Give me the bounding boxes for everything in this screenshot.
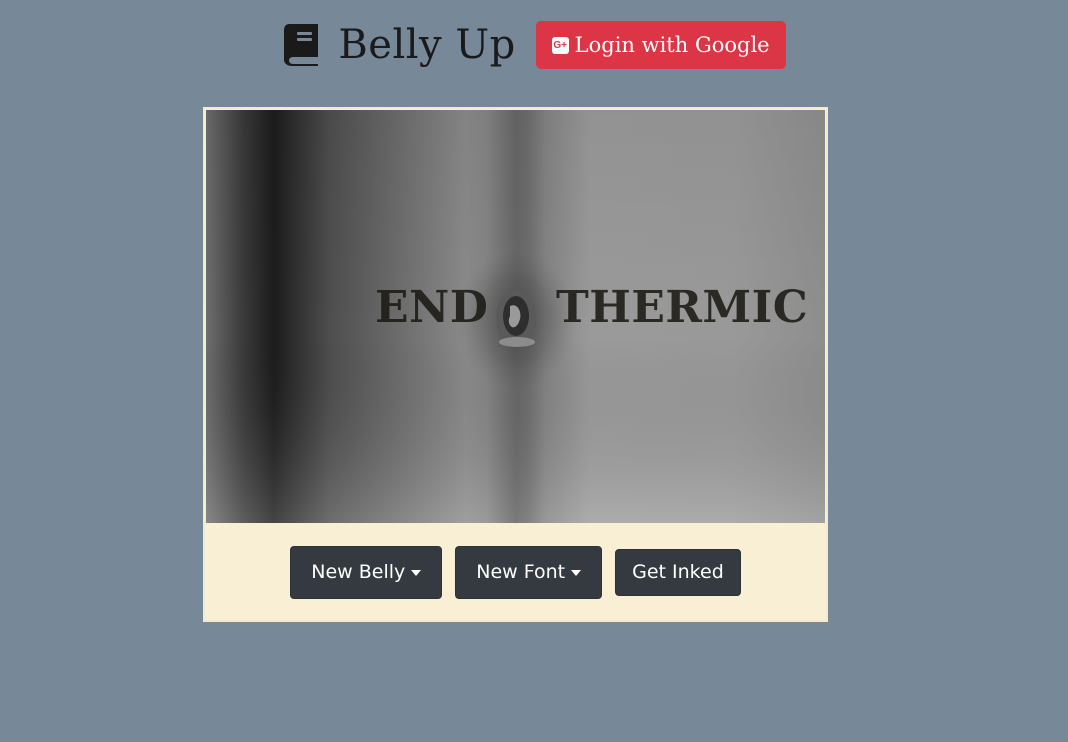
caret-down-icon xyxy=(411,569,422,576)
book-icon xyxy=(284,24,319,66)
app-title: Belly Up xyxy=(338,22,516,68)
login-button-label: Login with Google xyxy=(574,33,770,57)
tattoo-text-right: THERMIC xyxy=(556,282,809,333)
new-belly-label: New Belly xyxy=(311,561,406,583)
tattoo-text: END THERMIC xyxy=(206,110,825,523)
tattoo-text-left: END xyxy=(375,282,489,333)
brand: Belly Up xyxy=(282,23,515,67)
header: Belly Up G+ Login with Google xyxy=(0,18,1068,72)
caret-down-icon xyxy=(571,569,582,576)
new-belly-dropdown-button[interactable]: New Belly xyxy=(290,545,443,599)
login-with-google-button[interactable]: G+ Login with Google xyxy=(535,21,786,69)
action-bar: New Belly New Font Get Inked xyxy=(205,545,826,599)
belly-photo: END THERMIC xyxy=(206,110,825,523)
new-font-dropdown-button[interactable]: New Font xyxy=(455,545,603,599)
google-plus-icon: G+ xyxy=(551,36,569,54)
new-font-label: New Font xyxy=(476,561,566,583)
belly-card: END THERMIC New Belly New Font Get Inked xyxy=(203,107,828,622)
get-inked-button[interactable]: Get Inked xyxy=(615,548,741,596)
